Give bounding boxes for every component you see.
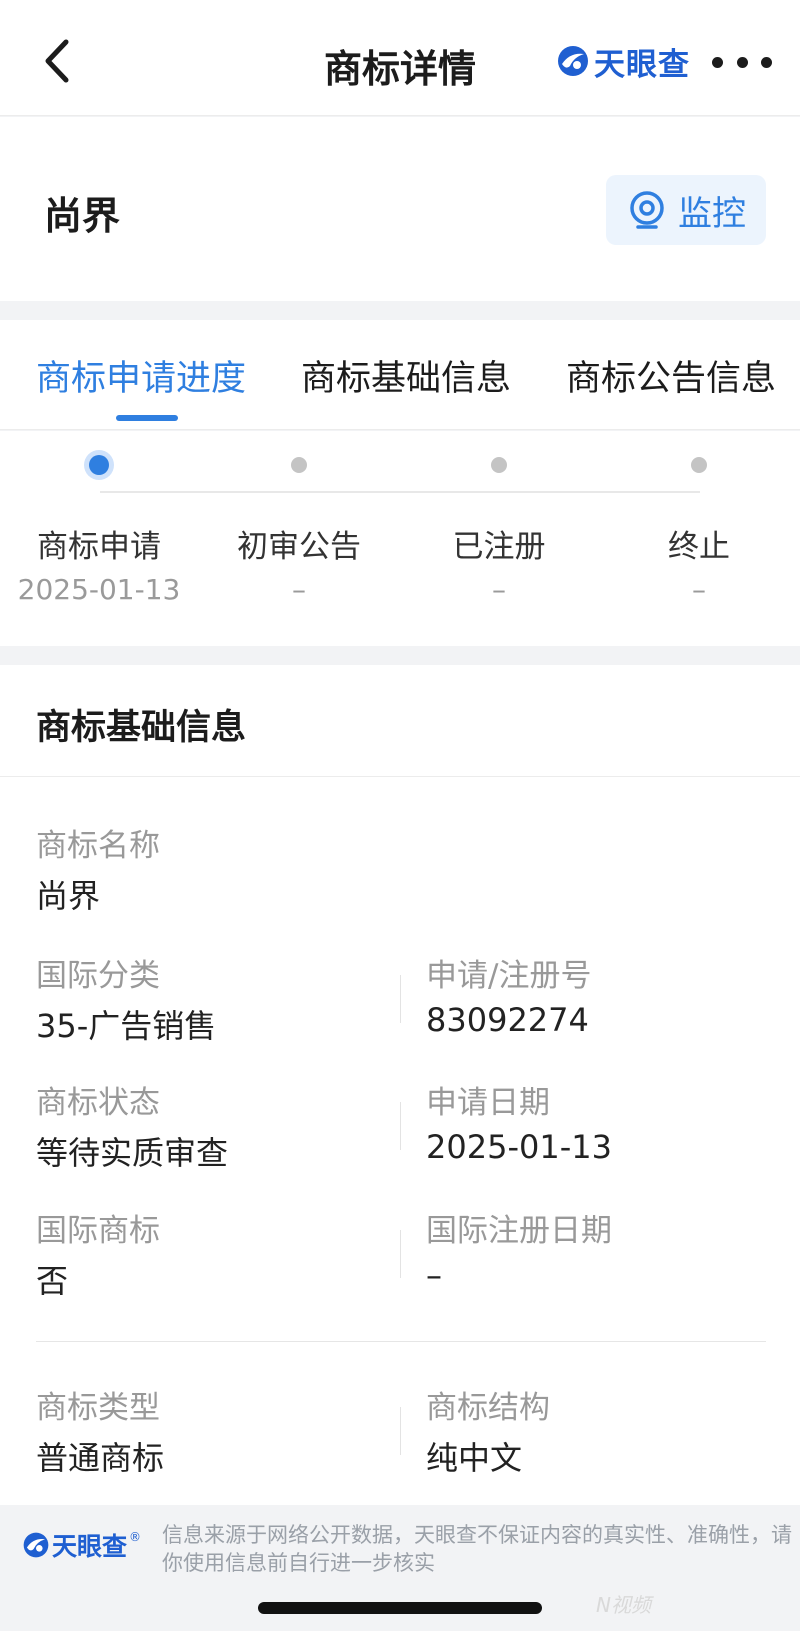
step-dot xyxy=(291,457,307,473)
step-label: 商标申请 xyxy=(37,529,161,565)
disclaimer-text: 信息来源于网络公开数据，天眼查不保证内容的真实性、准确性，请你使用信息前自行进一… xyxy=(162,1523,792,1575)
brand-logo: 天眼查 xyxy=(556,42,690,83)
camera-monitor-icon xyxy=(630,191,664,229)
field-label: 申请日期 xyxy=(426,1085,550,1121)
divider xyxy=(0,776,800,777)
intl-trademark-value: 否 xyxy=(36,1262,69,1300)
trademark-structure-value: 纯中文 xyxy=(426,1439,523,1477)
step-label: 初审公告 xyxy=(237,529,361,565)
section-title: 商标基础信息 xyxy=(36,708,247,748)
tianyancha-logo-icon xyxy=(23,1532,49,1558)
field-label: 国际注册日期 xyxy=(426,1213,612,1249)
column-divider xyxy=(400,1407,401,1455)
trademark-type-value: 普通商标 xyxy=(36,1439,165,1477)
column-divider xyxy=(400,1102,401,1150)
tab-basic-info[interactable]: 商标基础信息 xyxy=(301,350,511,401)
trademark-status-value: 等待实质审查 xyxy=(36,1134,229,1172)
divider xyxy=(36,1341,766,1342)
application-progress-timeline: 商标申请 初审公告 已注册 终止 2025-01-13 – – – xyxy=(0,431,800,646)
field-label: 申请/注册号 xyxy=(426,958,592,994)
tianyancha-logo-icon xyxy=(558,46,588,76)
step-date: 2025-01-13 xyxy=(17,573,181,606)
registration-number-value: 83092274 xyxy=(426,1001,589,1039)
field-label: 国际商标 xyxy=(36,1213,160,1249)
tab-announcement-info[interactable]: 商标公告信息 xyxy=(566,350,776,401)
monitor-label: 监控 xyxy=(678,193,746,234)
home-indicator[interactable] xyxy=(258,1602,542,1614)
trademark-name-value: 尚界 xyxy=(36,877,101,915)
step-dot-active xyxy=(89,455,109,475)
footer-disclaimer: 天眼查 ® 信息来源于网络公开数据，天眼查不保证内容的真实性、准确性，请你使用信… xyxy=(0,1505,800,1631)
trademark-header: 尚界 监控 xyxy=(0,117,800,301)
step-date: – xyxy=(492,573,506,606)
field-label: 商标结构 xyxy=(426,1390,550,1426)
intl-registration-date-value: – xyxy=(426,1256,442,1294)
column-divider xyxy=(400,1230,401,1278)
step-label: 已注册 xyxy=(452,529,546,565)
field-label: 商标类型 xyxy=(36,1390,160,1426)
field-label: 国际分类 xyxy=(36,958,160,994)
step-date: – xyxy=(692,573,706,606)
intl-class-value: 35-广告销售 xyxy=(36,1007,217,1045)
tab-bar: 商标申请进度 商标基础信息 商标公告信息 xyxy=(0,320,800,430)
timeline-track xyxy=(100,491,700,493)
step-dot xyxy=(491,457,507,473)
top-nav-bar: 商标详情 天眼查 xyxy=(0,0,800,116)
monitor-button[interactable]: 监控 xyxy=(606,175,766,245)
field-label: 商标状态 xyxy=(36,1085,160,1121)
more-dots-icon[interactable] xyxy=(712,50,772,74)
field-label: 商标名称 xyxy=(36,828,160,864)
apply-date-value: 2025-01-13 xyxy=(426,1128,612,1166)
basic-info-section: 商标基础信息 商标名称 尚界 国际分类 35-广告销售 申请/注册号 83092… xyxy=(0,665,800,1505)
step-dot xyxy=(691,457,707,473)
step-date: – xyxy=(292,573,306,606)
active-tab-indicator xyxy=(116,415,178,421)
column-divider xyxy=(400,975,401,1023)
tab-application-progress[interactable]: 商标申请进度 xyxy=(36,350,246,401)
footer-brand-logo: 天眼查 ® xyxy=(22,1527,141,1563)
trademark-name: 尚界 xyxy=(44,194,121,238)
footer-brand-name: 天眼查 xyxy=(52,1532,128,1561)
watermark: N视频 xyxy=(596,1593,651,1617)
registered-mark: ® xyxy=(129,1530,142,1544)
brand-name: 天眼查 xyxy=(594,46,690,83)
step-label: 终止 xyxy=(668,529,730,565)
